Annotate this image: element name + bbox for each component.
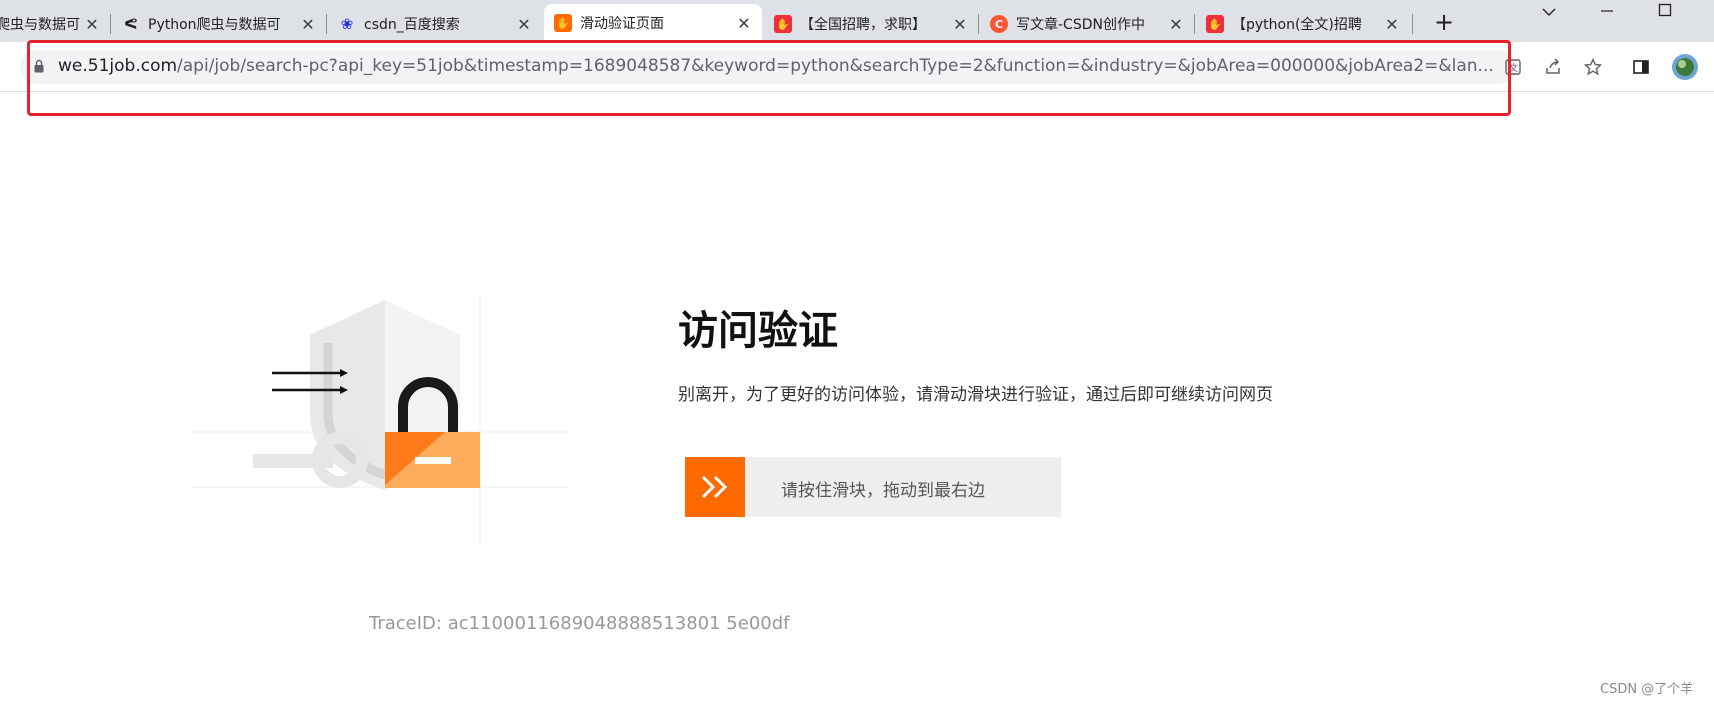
share-icon[interactable] xyxy=(1540,54,1566,80)
tab-4-active[interactable]: ✋ 滑动验证页面 ✕ xyxy=(544,4,762,42)
new-tab-button[interactable]: + xyxy=(1430,8,1458,36)
tab-title: 【全国招聘，求职】 xyxy=(800,17,926,33)
tab-5[interactable]: ✋ 【全国招聘，求职】 ✕ xyxy=(764,6,978,42)
maximize-icon[interactable] xyxy=(1640,0,1690,28)
bookmark-star-icon[interactable] xyxy=(1580,54,1606,80)
verification-illustration xyxy=(190,295,570,545)
double-chevron-right-icon xyxy=(701,475,728,499)
tab-title: csdn_百度搜索 xyxy=(364,17,460,33)
close-icon[interactable]: ✕ xyxy=(82,15,102,34)
close-icon[interactable]: ✕ xyxy=(1382,15,1402,34)
tab-6[interactable]: C 写文章-CSDN创作中 ✕ xyxy=(980,6,1194,42)
tab-2[interactable]: ᕙ Python爬虫与数据可 ✕ xyxy=(112,6,326,42)
tab-search-icon[interactable] xyxy=(1524,0,1574,28)
51job-icon: ✋ xyxy=(1206,15,1224,33)
page-title: 访问验证 xyxy=(678,308,838,354)
tab-7[interactable]: ✋ 【python(全文)招聘 ✕ xyxy=(1196,6,1410,42)
tab-title: 写文章-CSDN创作中 xyxy=(1016,17,1145,33)
tab-divider xyxy=(1412,14,1413,34)
close-icon[interactable]: ✕ xyxy=(514,15,534,34)
annotation-highlight-box xyxy=(27,40,1511,116)
tab-title: 滑动验证页面 xyxy=(580,16,664,32)
side-panel-icon[interactable] xyxy=(1628,54,1654,80)
slider-handle[interactable] xyxy=(685,457,745,517)
close-icon[interactable]: ✕ xyxy=(950,15,970,34)
tab-title: 【python(全文)招聘 xyxy=(1232,17,1362,33)
tab-title: Python爬虫与数据可 xyxy=(148,17,281,33)
close-icon[interactable]: ✕ xyxy=(734,14,754,33)
trace-id: TraceID: ac1100011689048888513801 5e00df xyxy=(369,613,790,634)
hand-icon: ✋ xyxy=(554,14,572,32)
csdn-watermark: CSDN @了个羊 xyxy=(1600,682,1694,697)
tab-title: 爬虫与数据可 xyxy=(0,17,80,33)
close-icon[interactable]: ✕ xyxy=(1166,15,1186,34)
tab-divider xyxy=(326,14,327,34)
python-icon: ᕙ xyxy=(124,15,138,33)
csdn-icon: C xyxy=(990,15,1008,33)
tab-divider xyxy=(110,14,111,34)
tab-1[interactable]: ● 爬虫与数据可 ✕ xyxy=(0,6,110,42)
slider-captcha-track[interactable]: 请按住滑块，拖动到最右边 xyxy=(685,457,1061,517)
tab-divider xyxy=(978,14,979,34)
baidu-paw-icon: ❀ xyxy=(340,15,354,33)
tab-3[interactable]: ❀ csdn_百度搜索 ✕ xyxy=(328,6,542,42)
page-subtitle: 别离开，为了更好的访问体验，请滑动滑块进行验证，通过后即可继续访问网页 xyxy=(678,385,1273,405)
51job-icon: ✋ xyxy=(774,15,792,33)
slider-instruction: 请按住滑块，拖动到最右边 xyxy=(781,481,985,501)
close-icon[interactable]: ✕ xyxy=(298,15,318,34)
minimize-icon[interactable] xyxy=(1582,0,1632,28)
tab-strip: ● 爬虫与数据可 ✕ ᕙ Python爬虫与数据可 ✕ ❀ csdn_百度搜索 … xyxy=(0,0,1714,42)
profile-avatar[interactable] xyxy=(1670,52,1700,82)
tab-divider xyxy=(1194,14,1195,34)
